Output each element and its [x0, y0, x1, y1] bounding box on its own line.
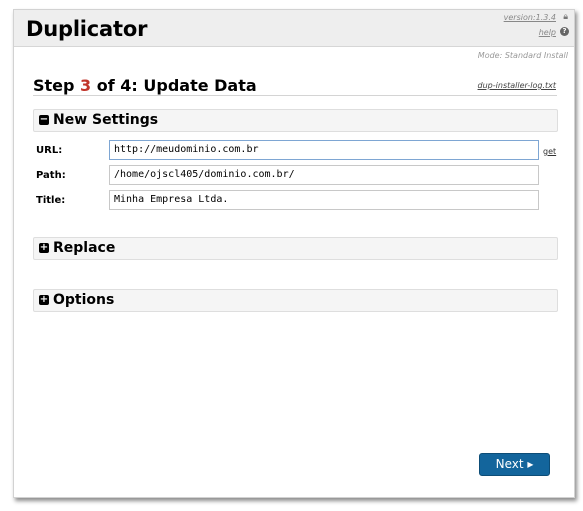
help-link[interactable]: help [539, 28, 556, 37]
step-number: 3 [80, 76, 92, 95]
path-label: Path: [36, 170, 66, 181]
collapse-icon[interactable]: − [39, 115, 49, 125]
section-label: Options [53, 292, 115, 308]
get-url-link[interactable]: get [543, 147, 556, 156]
lock-icon: 🔒︎ [563, 12, 568, 22]
title-input[interactable]: Minha Empresa Ltda. [109, 190, 539, 210]
next-button[interactable]: Next ▸ [479, 453, 550, 476]
title-divider [33, 95, 557, 96]
section-options[interactable]: + Options [33, 289, 558, 312]
expand-icon[interactable]: + [39, 295, 49, 305]
page-title: Step 3 of 4: Update Data [33, 76, 257, 95]
step-suffix: of 4: Update Data [91, 76, 257, 95]
section-label: Replace [53, 240, 116, 256]
path-input[interactable]: /home/ojscl405/dominio.com.br/ [109, 165, 539, 185]
help-icon[interactable]: ? [560, 27, 569, 36]
url-label: URL: [36, 145, 63, 156]
installer-window: Duplicator version:1.3.4 🔒︎ help ? Mode:… [13, 9, 575, 498]
step-prefix: Step [33, 76, 81, 95]
url-input[interactable]: http://meudominio.com.br [109, 140, 539, 160]
log-link[interactable]: dup-installer-log.txt [478, 81, 556, 90]
title-label: Title: [36, 195, 66, 206]
install-mode: Mode: Standard Install [477, 51, 568, 60]
section-replace[interactable]: + Replace [33, 237, 558, 260]
header-bar: Duplicator version:1.3.4 🔒︎ help ? [14, 10, 574, 47]
version-link[interactable]: version:1.3.4 [504, 13, 556, 22]
section-new-settings[interactable]: − New Settings [33, 109, 558, 132]
expand-icon[interactable]: + [39, 243, 49, 253]
section-label: New Settings [53, 112, 159, 128]
brand-title: Duplicator [26, 17, 148, 41]
